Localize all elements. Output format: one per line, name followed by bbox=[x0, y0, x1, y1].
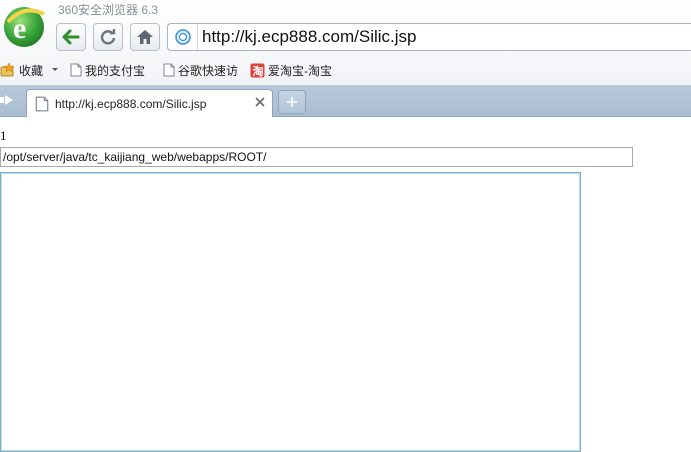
bookmark-favorites[interactable]: 收藏 bbox=[0, 59, 61, 81]
svg-text:e: e bbox=[13, 12, 26, 45]
refresh-icon bbox=[100, 29, 116, 45]
bookmark-taobao[interactable]: 淘 爱淘宝-淘宝 bbox=[250, 59, 332, 81]
star-folder-icon bbox=[0, 63, 15, 77]
content-textarea[interactable] bbox=[0, 172, 581, 452]
bookmark-label: 收藏 bbox=[19, 63, 44, 78]
bookmark-label: 谷歌快速访 bbox=[178, 63, 239, 78]
tab-active[interactable]: http://kj.ecp888.com/Silic.jsp bbox=[26, 89, 273, 117]
svg-text:淘: 淘 bbox=[253, 64, 264, 78]
bookmarks-bar: 收藏 我的支付宝 谷歌快速访 淘 爱淘宝-淘宝 bbox=[0, 58, 691, 82]
page-icon bbox=[70, 63, 82, 77]
page-icon bbox=[35, 96, 49, 111]
tab-strip: http://kj.ecp888.com/Silic.jsp bbox=[0, 85, 691, 117]
path-input[interactable] bbox=[0, 147, 633, 167]
address-bar[interactable]: http://kj.ecp888.com/Silic.jsp bbox=[167, 23, 691, 51]
taobao-icon: 淘 bbox=[250, 63, 265, 78]
refresh-button[interactable] bbox=[93, 23, 123, 51]
browser-logo-icon: e bbox=[2, 2, 48, 50]
home-button[interactable] bbox=[130, 23, 160, 51]
tab-scroll-arrow-icon[interactable] bbox=[0, 92, 16, 108]
back-button[interactable] bbox=[56, 23, 86, 51]
home-icon bbox=[137, 30, 153, 44]
chevron-down-icon bbox=[52, 68, 59, 71]
plus-icon bbox=[287, 97, 297, 107]
app-title: 360安全浏览器 6.3 bbox=[58, 3, 159, 17]
back-arrow-icon bbox=[62, 29, 80, 45]
page-number-text: 1 bbox=[0, 128, 7, 143]
browser-chrome: e 360安全浏览器 6.3 http://kj.ecp888.com/Sili… bbox=[0, 0, 691, 117]
page-icon bbox=[163, 63, 175, 77]
bookmark-google-quick[interactable]: 谷歌快速访 bbox=[163, 59, 238, 81]
close-icon[interactable] bbox=[254, 96, 266, 108]
bookmark-label: 我的支付宝 bbox=[85, 63, 146, 78]
tab-title: http://kj.ecp888.com/Silic.jsp bbox=[55, 96, 207, 111]
bookmark-label: 爱淘宝-淘宝 bbox=[268, 63, 332, 78]
new-tab-button[interactable] bbox=[278, 90, 306, 114]
bookmark-alipay[interactable]: 我的支付宝 bbox=[70, 59, 145, 81]
address-url[interactable]: http://kj.ecp888.com/Silic.jsp bbox=[198, 27, 416, 47]
site-security-icon bbox=[168, 24, 198, 50]
